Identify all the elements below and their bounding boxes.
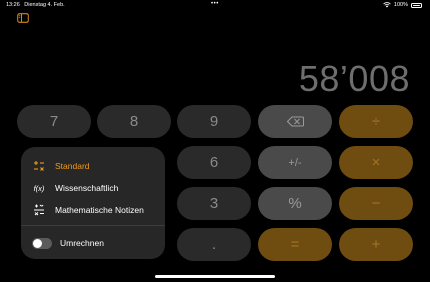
math-notes-icon (32, 204, 46, 216)
menu-item-label: Mathematische Notizen (55, 205, 144, 215)
standard-mode-icon (32, 160, 46, 172)
battery-percent: 100% (393, 2, 408, 8)
result-display: 58’008 (298, 58, 410, 99)
key-plus-minus[interactable]: +/- (258, 146, 332, 179)
key-6[interactable]: 6 (177, 146, 251, 179)
menu-item-standard[interactable]: Standard (32, 158, 90, 174)
wifi-icon (383, 2, 391, 8)
key-7[interactable]: 7 (17, 105, 91, 138)
backspace-button[interactable] (258, 105, 332, 138)
menu-item-convert[interactable]: Umrechnen (32, 235, 104, 251)
status-time: 13:26 Dienstag 4. Feb. (6, 2, 65, 8)
status-date-text: Dienstag 4. Feb. (24, 2, 65, 8)
convert-toggle[interactable] (32, 237, 52, 249)
menu-divider (21, 225, 165, 226)
function-icon: f(x) (33, 183, 45, 193)
sidebar-toggle-icon[interactable] (17, 13, 29, 23)
menu-item-scientific[interactable]: f(x) Wissenschaftlich (32, 180, 119, 196)
status-time-text: 13:26 (6, 2, 20, 8)
backspace-icon (286, 116, 304, 127)
menu-item-label: Umrechnen (60, 238, 104, 248)
menu-item-label: Standard (55, 161, 90, 171)
menu-item-math-notes[interactable]: Mathematische Notizen (32, 202, 144, 218)
calculator-mode-menu: Standard f(x) Wissenschaftlich Mathemati… (21, 147, 165, 259)
status-right: 100% (383, 2, 422, 8)
key-9[interactable]: 9 (177, 105, 251, 138)
key-plus[interactable]: + (339, 228, 413, 261)
key-minus[interactable]: − (339, 187, 413, 220)
menu-item-label: Wissenschaftlich (55, 183, 119, 193)
multitask-dots[interactable]: ••• (211, 1, 219, 7)
key-3[interactable]: 3 (177, 187, 251, 220)
key-multiply[interactable]: × (339, 146, 413, 179)
key-equals[interactable]: = (258, 228, 332, 261)
battery-icon (411, 2, 422, 8)
status-bar: 13:26 Dienstag 4. Feb. ••• 100% (0, 0, 430, 10)
key-decimal[interactable]: . (177, 228, 251, 261)
key-percent[interactable]: % (258, 187, 332, 220)
home-indicator[interactable] (155, 275, 275, 278)
key-divide[interactable]: ÷ (339, 105, 413, 138)
key-8[interactable]: 8 (97, 105, 171, 138)
